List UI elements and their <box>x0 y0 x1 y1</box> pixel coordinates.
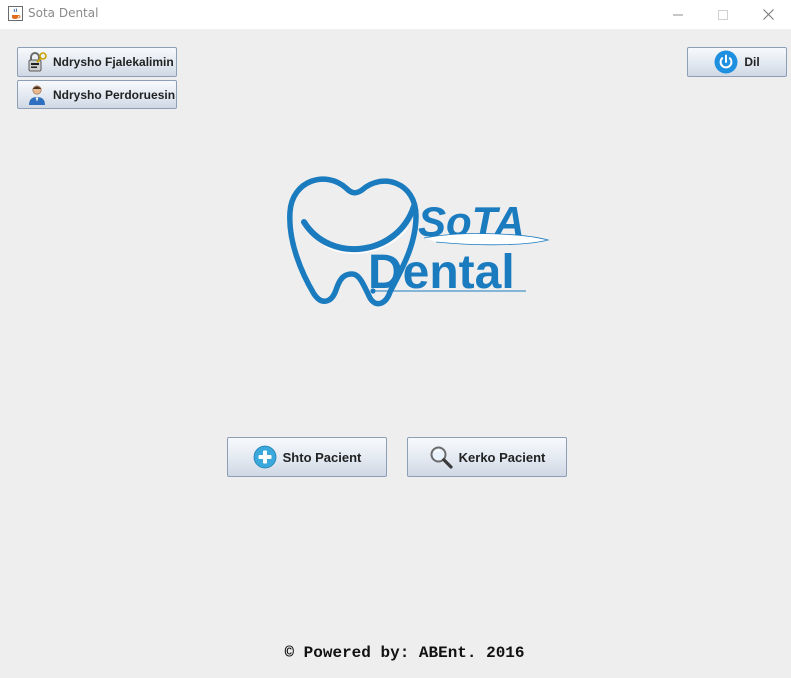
magnifier-icon <box>430 446 453 469</box>
user-icon <box>29 85 45 105</box>
exit-button[interactable]: Dil <box>687 47 787 77</box>
close-icon <box>762 9 774 20</box>
minimize-button[interactable] <box>655 0 701 29</box>
plus-circle-icon <box>253 445 277 469</box>
minimize-icon <box>673 14 683 15</box>
tooth-logo: SoTA Dental <box>287 176 550 307</box>
footer-credit: © Powered by: ABEnt. 2016 <box>284 644 525 662</box>
change-user-label: Ndrysho Perdoruesin <box>53 87 176 102</box>
add-patient-label: Shto Pacient <box>282 449 362 465</box>
java-cup-icon <box>8 6 23 21</box>
exit-label: Dil <box>744 55 760 69</box>
search-patient-button[interactable]: Kerko Pacient <box>407 437 567 477</box>
change-user-button[interactable]: Ndrysho Perdoruesin <box>17 80 177 109</box>
change-password-button[interactable]: Ndrysho Fjalekalimin <box>17 47 177 77</box>
lock-key-icon <box>28 52 47 72</box>
add-patient-button[interactable]: Shto Pacient <box>227 437 387 477</box>
logo-text-bottom: Dental <box>368 246 515 299</box>
window-title: Sota Dental <box>28 6 99 20</box>
power-icon <box>714 50 738 74</box>
change-password-label: Ndrysho Fjalekalimin <box>53 55 174 69</box>
maximize-icon <box>718 9 728 20</box>
close-button[interactable] <box>745 0 791 29</box>
maximize-button[interactable] <box>700 0 746 29</box>
search-patient-label: Kerko Pacient <box>458 449 546 465</box>
title-bar: Sota Dental <box>0 0 791 29</box>
